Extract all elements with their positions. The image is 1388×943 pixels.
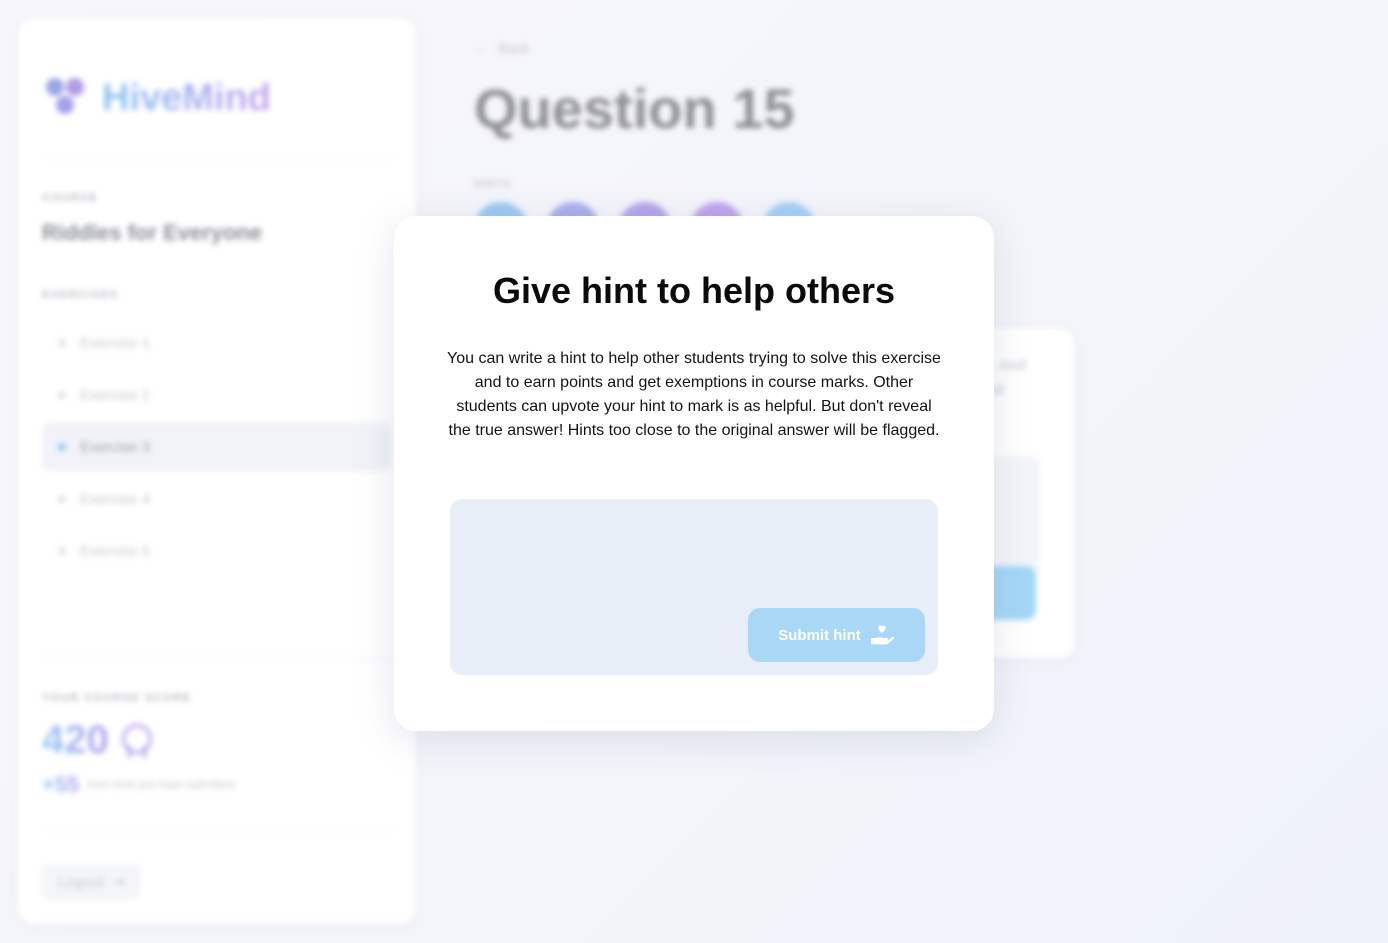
course-score: 420 [42, 718, 109, 762]
exercise-label: Exercise 5 [80, 542, 151, 560]
sidebar-item-exercise-1[interactable]: Exercise 1 [42, 318, 392, 368]
back-link[interactable]: ← Back [474, 40, 529, 56]
modal-title: Give hint to help others [492, 270, 896, 311]
page-title: Question 15 [474, 77, 795, 140]
score-label: YOUR COURSE SCORE [42, 692, 192, 704]
course-name: Riddles for Everyone [42, 220, 263, 245]
sidebar-item-exercise-2[interactable]: Exercise 2 [42, 370, 392, 420]
course-label: COURSE [42, 192, 99, 204]
bonus-score: +55 [42, 772, 80, 797]
sidebar-divider [42, 828, 392, 829]
logout-button[interactable]: Logout ⇥ [42, 864, 141, 900]
sidebar-divider [42, 658, 392, 659]
brand-name: HiveMind [102, 76, 271, 119]
submit-hint-label: Submit hint [778, 626, 861, 644]
exercise-status-icon [58, 547, 66, 555]
sidebar-item-exercise-4[interactable]: Exercise 4 [42, 474, 392, 524]
sidebar-item-exercise-3[interactable]: Exercise 3 [42, 422, 392, 472]
hint-input-container: Submit hint [450, 499, 938, 675]
back-label: Back [498, 40, 530, 56]
score-row: 420 [42, 718, 152, 763]
exercise-list: Exercise 1 Exercise 2 Exercise 3 Exercis… [42, 318, 392, 578]
hints-label: HINTS [474, 179, 512, 190]
bonus-row: +55 from hints you have submitted [42, 772, 234, 798]
hand-heart-icon [870, 625, 894, 645]
give-hint-modal: Give hint to help others You can write a… [394, 216, 994, 731]
exercise-label: Exercise 2 [80, 386, 151, 404]
sidebar-divider [42, 156, 392, 157]
logout-icon: ⇥ [111, 874, 125, 891]
exercise-label: Exercise 3 [80, 438, 151, 456]
hive-logo-icon [44, 76, 92, 120]
exercise-label: Exercise 1 [80, 334, 151, 352]
exercise-label: Exercise 4 [80, 490, 151, 508]
bonus-text: from hints you have submitted [87, 779, 235, 791]
exercise-status-icon [58, 339, 66, 347]
arrow-left-icon: ← [474, 40, 488, 56]
modal-description: You can write a hint to help other stude… [447, 350, 941, 439]
submit-hint-button[interactable]: Submit hint [748, 608, 925, 662]
exercise-status-icon [58, 391, 66, 399]
sidebar-item-exercise-5[interactable]: Exercise 5 [42, 526, 392, 576]
exercises-label: EXERCISES [42, 289, 119, 301]
exercise-status-icon [58, 443, 66, 451]
sidebar: HiveMind COURSE Riddles for Everyone EXE… [18, 18, 416, 924]
award-icon [119, 723, 152, 758]
exercise-status-icon [58, 495, 66, 503]
logout-label: Logout [58, 873, 104, 891]
logo: HiveMind [44, 76, 271, 120]
